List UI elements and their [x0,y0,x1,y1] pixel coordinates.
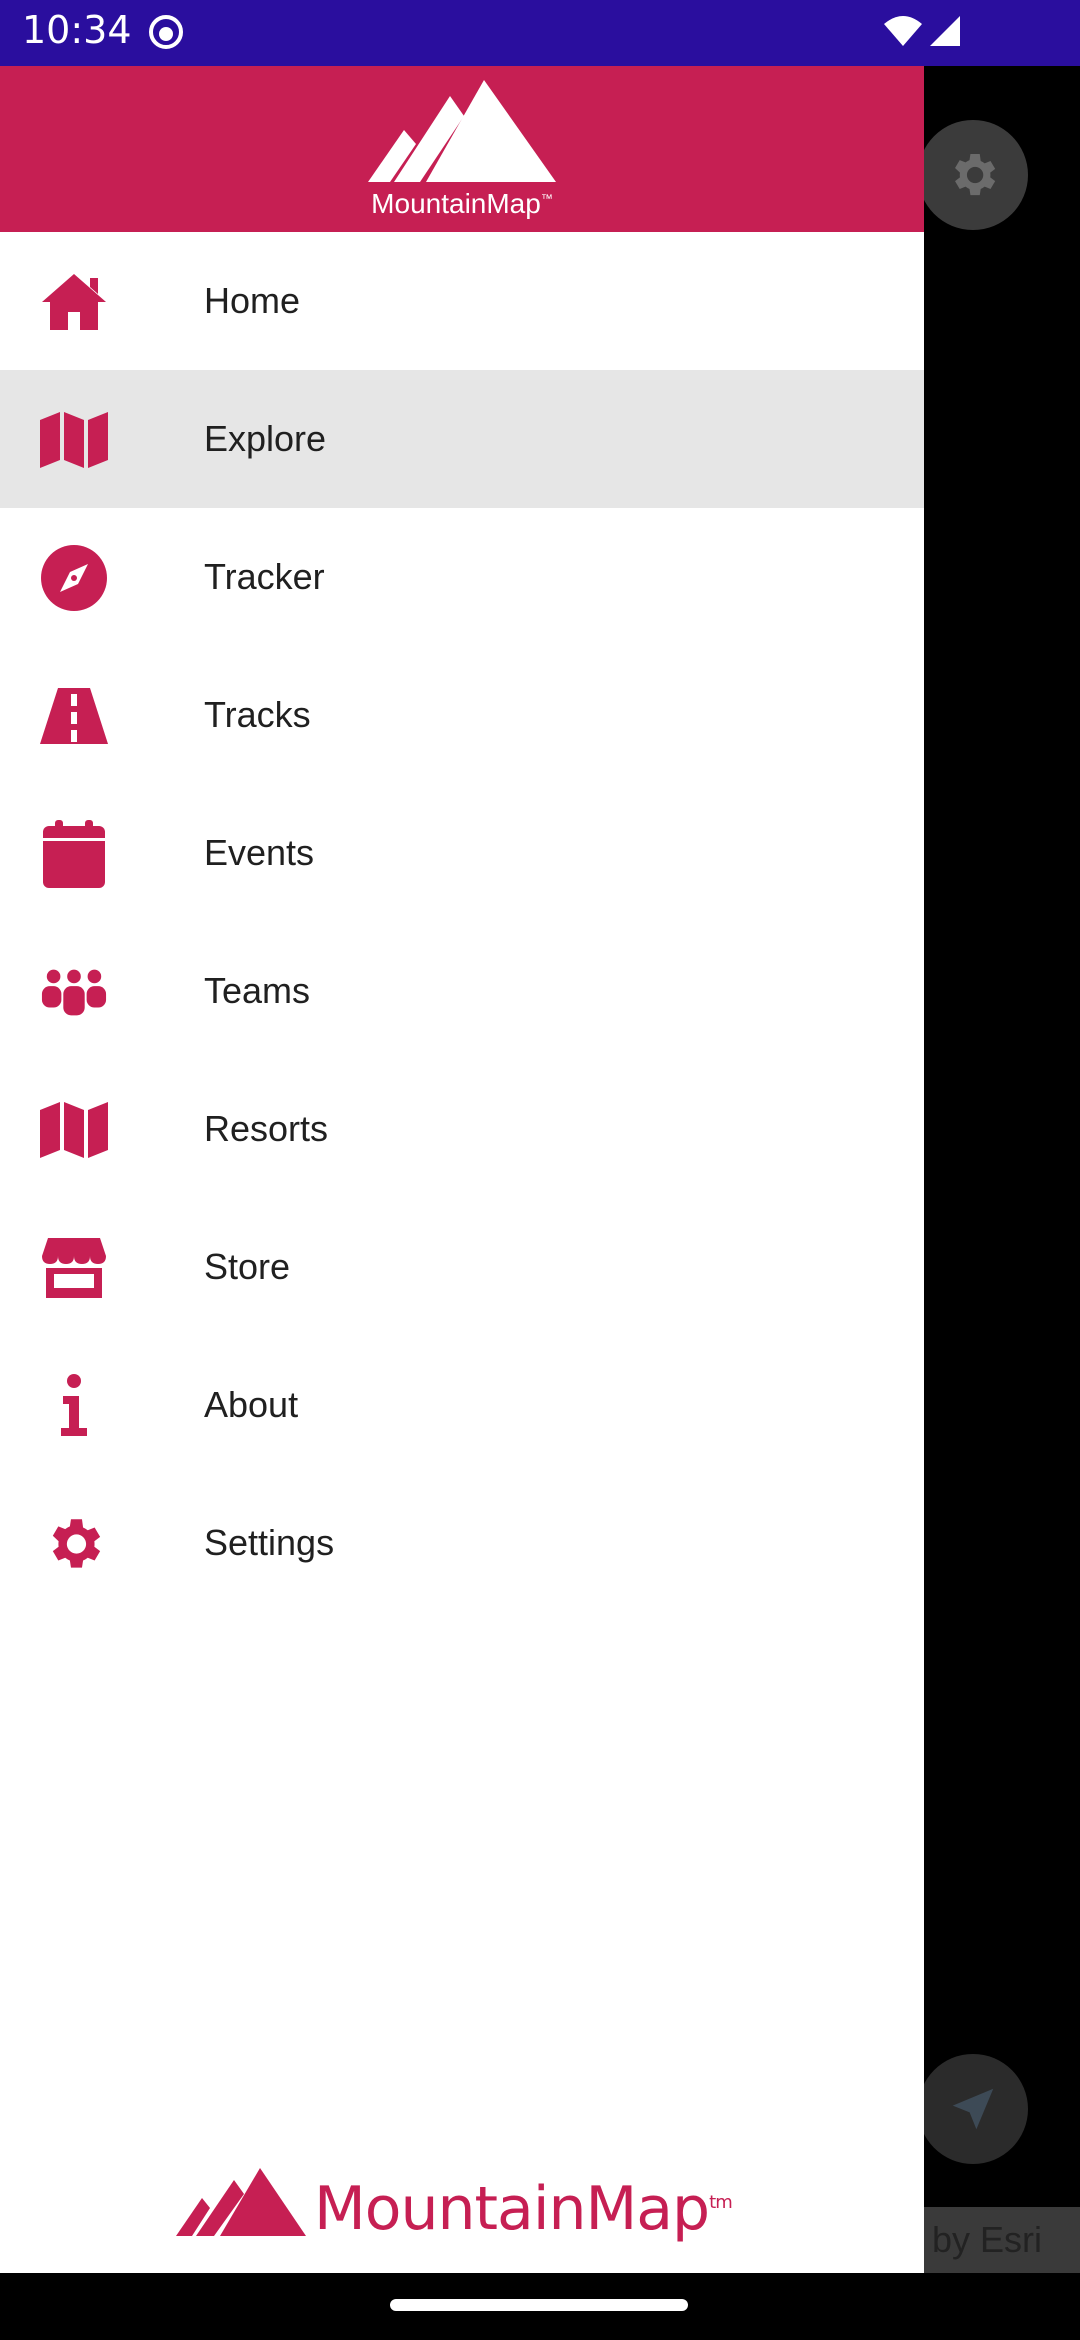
menu-item-label: Home [204,280,301,321]
mountainmap-logo-mark [368,80,556,182]
map-attribution: by Esri [924,2207,1080,2273]
header-logo-text: MountainMap™ [371,188,553,219]
gear-icon [955,154,996,196]
status-time: 10:34 [22,8,132,52]
notification-app-icon [149,15,183,49]
menu-item-label: Store [204,1246,291,1287]
map-icon [40,1096,108,1164]
menu-item-resorts[interactable]: Resorts [0,1060,924,1198]
mountainmap-footer-mark [176,2168,306,2236]
menu-item-home[interactable]: Home [0,232,924,370]
menu-item-store[interactable]: Store [0,1198,924,1336]
menu-item-label: About [204,1384,299,1425]
map-settings-button[interactable] [918,120,1028,230]
menu-item-explore[interactable]: Explore [0,370,924,508]
people-icon [40,958,108,1026]
system-navigation-bar [0,2273,1080,2340]
menu-item-label: Resorts [204,1108,329,1149]
wifi-icon [884,16,922,46]
menu-item-settings[interactable]: Settings [0,1474,924,1612]
calendar-icon [40,820,108,888]
menu-item-tracks[interactable]: Tracks [0,646,924,784]
footer-logo-text: MountainMaptm [314,2174,733,2244]
menu-item-tracker[interactable]: Tracker [0,508,924,646]
road-icon [40,682,108,750]
locate-me-button[interactable] [918,2054,1028,2164]
map-icon [40,406,108,474]
navigation-arrow-icon [952,2088,994,2130]
menu-item-label: Explore [204,418,327,459]
menu-item-events[interactable]: Events [0,784,924,922]
gear-icon [40,1510,108,1578]
status-bar: 10:34 [0,0,1080,66]
cellular-signal-icon [930,16,960,46]
footer-logo: MountainMaptm [174,2162,754,2244]
menu-item-teams[interactable]: Teams [0,922,924,1060]
menu-item-label: Settings [204,1522,335,1563]
menu-item-label: Tracks [204,694,311,735]
menu-item-label: Teams [204,970,311,1011]
menu-item-label: Events [204,832,315,873]
drawer-header: MountainMap™ [0,66,924,232]
store-icon [40,1234,108,1302]
menu-item-about[interactable]: About [0,1336,924,1474]
navigation-drawer: MountainMap™ Home Explore Tracker Tracks… [0,66,924,2273]
home-gesture-handle[interactable] [390,2299,688,2311]
home-icon [40,268,108,336]
info-icon [40,1372,108,1440]
menu-item-label: Tracker [204,556,325,597]
drawer-menu: Home Explore Tracker Tracks Events Teams… [0,232,924,1612]
compass-icon [40,544,108,612]
